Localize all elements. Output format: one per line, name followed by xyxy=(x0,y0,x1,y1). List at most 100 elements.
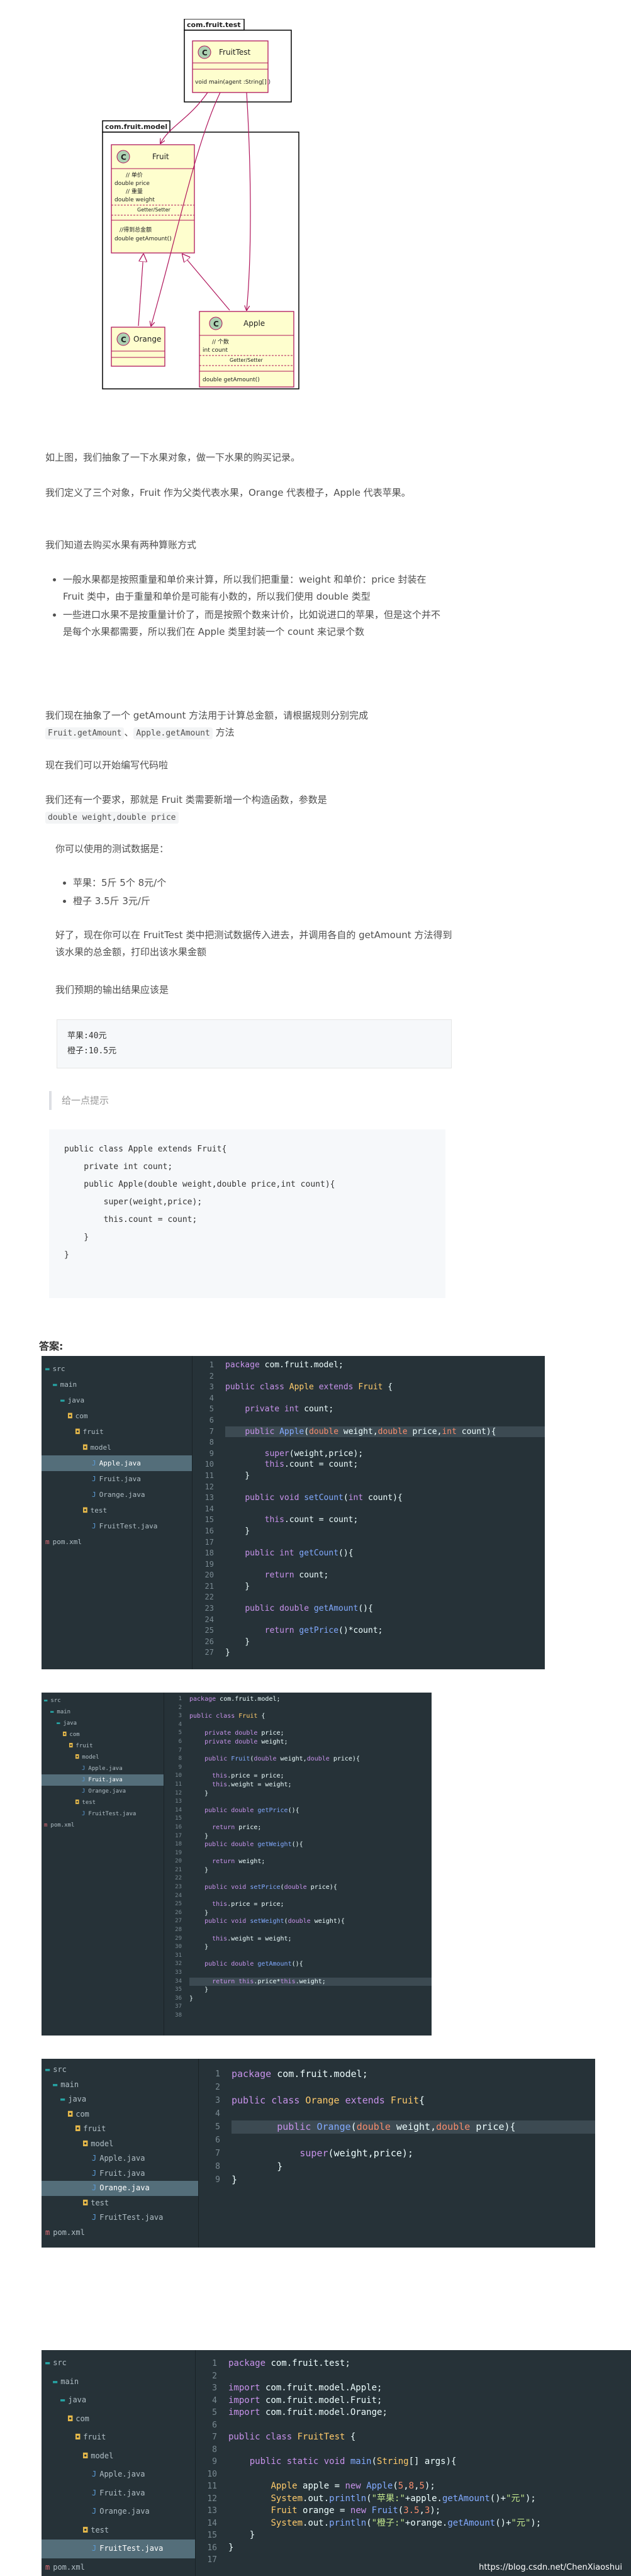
code-line: public class FruitTest { xyxy=(228,2432,356,2442)
tree-item-orange[interactable]: J Orange.java xyxy=(42,2181,198,2196)
tree-item-java[interactable]: ▬ java xyxy=(42,1718,164,1729)
svg-text:C: C xyxy=(213,320,219,328)
maven-icon: m xyxy=(45,2227,50,2237)
tree-item-fruit-java[interactable]: J Fruit.java xyxy=(42,1774,164,1786)
tree-item-orange[interactable]: J Orange.java xyxy=(42,1487,192,1503)
tree-label: main xyxy=(60,2080,79,2089)
code-line: public static void main(String[] args){ xyxy=(249,2456,457,2467)
intro-paragraph: 如上图，我们抽象了一下水果对象，做一下水果的购买记录。 xyxy=(45,452,301,463)
tree-item-orange[interactable]: J Orange.java xyxy=(42,2502,195,2521)
fruittest-method: void main(agent :String[] ) xyxy=(195,79,271,86)
test-data-paragraph: 你可以使用的测试数据是： xyxy=(55,843,169,854)
code-line: } xyxy=(189,1986,209,1994)
tree-label: com xyxy=(75,2414,89,2423)
package-test-label: com.fruit.test xyxy=(187,21,241,29)
orange-name: Orange xyxy=(133,335,161,344)
java-file-icon: J xyxy=(82,1766,86,1772)
code-line: this.weight = weight; xyxy=(212,1935,292,1942)
tree-item-model[interactable]: ◘ model xyxy=(42,2137,198,2152)
separator: 、 xyxy=(124,727,134,738)
code-editor[interactable]: package com.fruit.test; import com.fruit… xyxy=(221,2350,631,2576)
project-tree: ▬ src ▬ main ▬ java ◘ com ◘ fruit ◘ model J App… xyxy=(42,1356,193,1669)
tree-label: FruitTest.java xyxy=(99,2544,164,2553)
project-tree: ▬ src ▬ main ▬ java ◘ com ◘ fruit ◘ model J App… xyxy=(42,2059,199,2248)
tree-item-test[interactable]: ◘ test xyxy=(42,1797,164,1808)
tree-item-fruit-java[interactable]: J Fruit.java xyxy=(42,2484,195,2503)
code-line: public double getAmount(){ xyxy=(245,1604,373,1614)
tree-item-java[interactable]: ▬ java xyxy=(42,2391,195,2410)
tree-item-test[interactable]: ◘ test xyxy=(42,2196,198,2211)
list-item: 苹果：5斤 5个 8元/个 xyxy=(73,875,458,892)
tree-label: pom.xml xyxy=(52,1538,82,1546)
tree-item-src[interactable]: ▬ src xyxy=(42,2063,198,2078)
tree-item-com[interactable]: ◘ com xyxy=(42,1729,164,1740)
tree-item-test[interactable]: ◘ test xyxy=(42,2521,195,2540)
tree-item-fruittest[interactable]: J FruitTest.java xyxy=(42,2540,195,2558)
tree-item-orange[interactable]: J Orange.java xyxy=(42,1786,164,1797)
tree-item-model[interactable]: ◘ model xyxy=(42,2447,195,2466)
tree-item-model[interactable]: ◘ model xyxy=(42,1752,164,1763)
folder-icon: ▬ xyxy=(45,2065,50,2074)
code-line: return weight; xyxy=(212,1858,265,1866)
tree-item-src[interactable]: ▬ src xyxy=(42,1361,192,1377)
tree-item-fruittest[interactable]: J FruitTest.java xyxy=(42,2210,198,2226)
java-file-icon: J xyxy=(82,1788,86,1795)
tree-item-java[interactable]: ▬ java xyxy=(42,2092,198,2107)
list-item: 一般水果都是按照重量和单价来计算，所以我们把重量：weight 和单价：pric… xyxy=(63,571,448,605)
tree-item-fruit[interactable]: ◘ fruit xyxy=(42,1740,164,1752)
tree-item-pom[interactable]: m pom.xml xyxy=(42,2226,198,2241)
tree-item-main[interactable]: ▬ main xyxy=(42,1706,164,1718)
code-line: } xyxy=(225,1581,250,1591)
tree-item-fruit[interactable]: ◘ fruit xyxy=(42,2428,195,2447)
code-line: public void setWeight(double weight){ xyxy=(204,1918,345,1925)
apple-name: Apple xyxy=(243,319,265,328)
tree-item-fruit-java[interactable]: J Fruit.java xyxy=(42,2166,198,2181)
tree-item-fruit[interactable]: ◘ fruit xyxy=(42,1424,192,1440)
tree-item-main[interactable]: ▬ main xyxy=(42,2373,195,2392)
tree-item-fruit-java[interactable]: J Fruit.java xyxy=(42,1471,192,1487)
fruittest-name: FruitTest xyxy=(219,48,251,57)
tree-label: Fruit.java xyxy=(88,1777,123,1783)
tree-item-main[interactable]: ▬ main xyxy=(42,2078,198,2093)
package-icon: ◘ xyxy=(83,1506,87,1515)
tree-item-src[interactable]: ▬ src xyxy=(42,2354,195,2373)
code-editor[interactable]: package com.fruit.model; public class Ap… xyxy=(218,1356,545,1669)
code-line: public void setCount(int count){ xyxy=(245,1493,403,1503)
folder-icon: ▬ xyxy=(53,2080,58,2089)
tree-item-apple[interactable]: J Apple.java xyxy=(42,2465,195,2484)
tree-item-model[interactable]: ◘ model xyxy=(42,1440,192,1455)
tree-label: com xyxy=(75,2109,89,2119)
tree-item-apple[interactable]: J Apple.java xyxy=(42,2151,198,2166)
tree-item-pom[interactable]: m pom.xml xyxy=(42,1820,164,1831)
code-line: public class Orange extends Fruit{ xyxy=(232,2095,425,2106)
tree-item-java[interactable]: ▬ java xyxy=(42,1392,192,1408)
tree-item-pom[interactable]: m pom.xml xyxy=(42,1534,192,1550)
tree-item-test[interactable]: ◘ test xyxy=(42,1503,192,1518)
tree-item-apple[interactable]: J Apple.java xyxy=(42,1763,164,1774)
tree-item-com[interactable]: ◘ com xyxy=(42,2410,195,2429)
code-line: System.out.println("苹果:"+apple.getAmount… xyxy=(271,2493,536,2504)
inline-code: double weight,double price xyxy=(45,812,179,824)
tree-item-main[interactable]: ▬ main xyxy=(42,1377,192,1392)
tree-item-pom[interactable]: m pom.xml xyxy=(42,2558,195,2576)
code-line: public class Fruit { xyxy=(189,1713,265,1720)
tree-item-fruittest[interactable]: J FruitTest.java xyxy=(42,1518,192,1534)
java-file-icon: J xyxy=(92,2183,97,2192)
tree-item-apple[interactable]: J Apple.java xyxy=(42,1455,192,1471)
tree-label: test xyxy=(82,1800,96,1806)
tree-label: main xyxy=(57,1709,71,1715)
code-editor[interactable]: package com.fruit.model; public class Fr… xyxy=(184,1693,432,2036)
code-editor[interactable]: package com.fruit.model; public class Or… xyxy=(224,2059,595,2248)
tree-item-fruit[interactable]: ◘ fruit xyxy=(42,2122,198,2137)
tree-item-src[interactable]: ▬ src xyxy=(42,1695,164,1706)
java-file-icon: J xyxy=(92,1491,96,1499)
tree-item-com[interactable]: ◘ com xyxy=(42,2107,198,2122)
tree-item-fruittest[interactable]: J FruitTest.java xyxy=(42,1808,164,1820)
tree-label: java xyxy=(63,1720,77,1727)
tree-item-com[interactable]: ◘ com xyxy=(42,1408,192,1424)
